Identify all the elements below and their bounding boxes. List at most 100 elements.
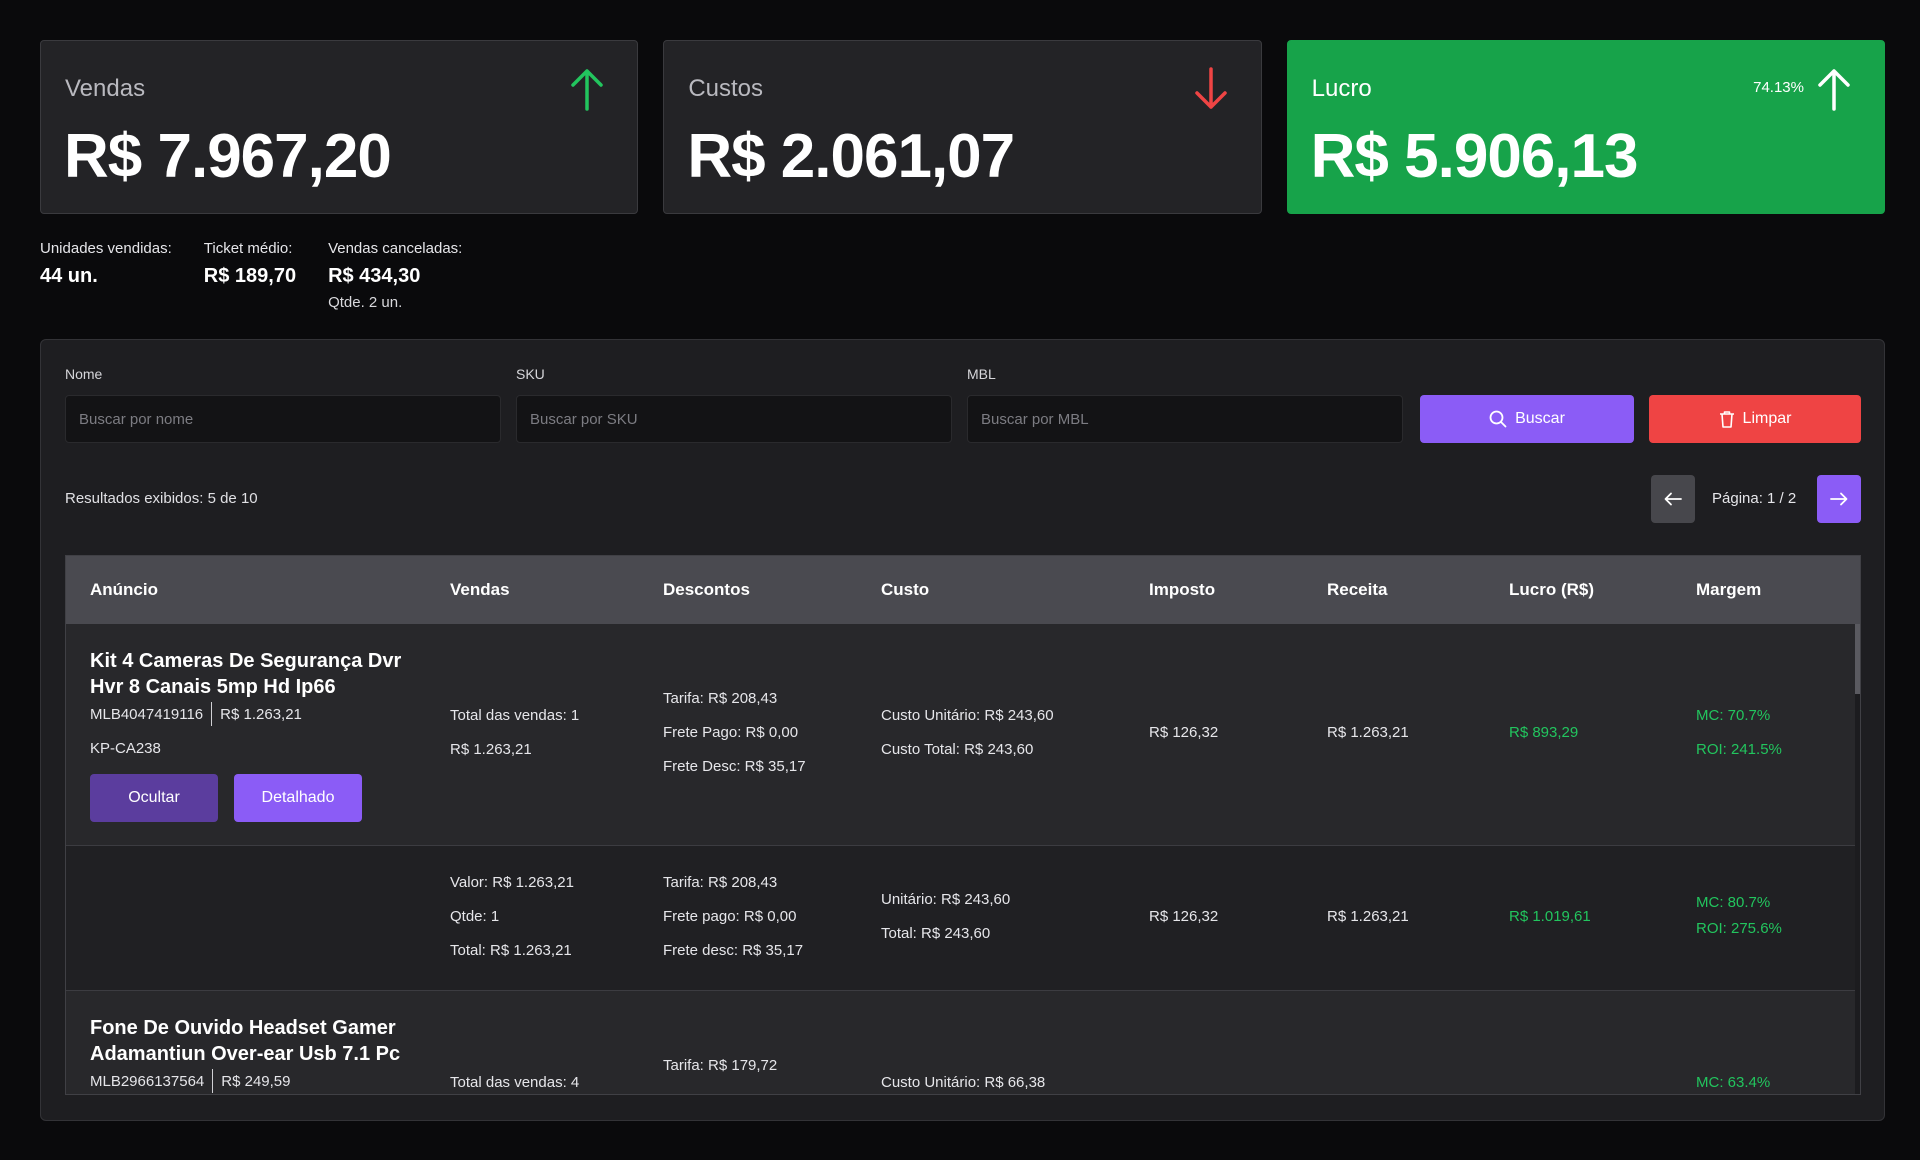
vendas-total: Total das vendas: 4: [450, 1074, 580, 1091]
table-header: Anúncio Vendas Descontos Custo Imposto R…: [66, 556, 1860, 624]
separator: [212, 1069, 214, 1093]
margem-roi: ROI: 241.5%: [1696, 741, 1782, 758]
table-row-detail: Valor: R$ 1.263,21 Qtde: 1 Total: R$ 1.2…: [66, 846, 1857, 991]
frete-pago: Frete Pago: R$ 0,00: [663, 724, 799, 741]
product-title: Fone De Ouvido Headset Gamer Adamantiun …: [90, 1017, 401, 1065]
mbl-search-input[interactable]: [967, 395, 1403, 443]
tarifa: Tarifa: R$ 208,43: [663, 690, 778, 707]
custo-total: Total: R$ 243,60: [881, 925, 991, 942]
table-row: Fone De Ouvido Headset Gamer Adamantiun …: [66, 991, 1857, 1094]
buscar-button[interactable]: Buscar: [1420, 395, 1634, 443]
sku-label: SKU: [516, 366, 545, 382]
separator: [211, 702, 213, 726]
tarifa: Tarifa: R$ 208,43: [663, 874, 778, 891]
table-scroll-thumb[interactable]: [1855, 624, 1860, 694]
col-vendas: Vendas: [450, 580, 510, 599]
frete-desc: Frete Desc: R$ 35,17: [663, 758, 806, 775]
frete-desc: Frete desc: R$ 35,17: [663, 942, 804, 959]
trash-icon: [1719, 411, 1734, 428]
product-id-price: MLB4047419116 R$ 1.263,21: [90, 702, 302, 726]
custos-card: Custos R$ 2.061,07: [663, 40, 1262, 214]
custo-total: Custo Total: R$ 243,60: [881, 741, 1034, 758]
mlb-code: MLB2966137564: [90, 1072, 205, 1090]
nome-label: Nome: [65, 366, 103, 382]
col-imposto: Imposto: [1149, 580, 1216, 599]
canceladas-stat: Vendas canceladas: R$ 434,30 Qtde. 2 un.: [328, 240, 462, 311]
unidades-label: Unidades vendidas:: [40, 240, 172, 257]
vendas-value: R$ 7.967,20: [64, 122, 392, 191]
imposto-value: R$ 126,32: [1149, 724, 1219, 741]
vendas-valor: R$ 1.263,21: [450, 741, 532, 758]
canceladas-qty: Qtde. 2 un.: [328, 294, 403, 311]
arrow-right-icon: [1830, 492, 1848, 506]
arrow-up-icon: [1818, 69, 1850, 111]
product-title: Kit 4 Cameras De Segurança Dvr Hvr 8 Can…: [90, 650, 402, 698]
results-count: Resultados exibidos: 5 de 10: [65, 490, 258, 507]
summary-stats: Unidades vendidas: 44 un. Ticket médio: …: [40, 240, 462, 311]
next-page-button[interactable]: [1817, 475, 1861, 523]
lucro-value: R$ 1.019,61: [1509, 908, 1591, 925]
margem-mc: MC: 70.7%: [1696, 707, 1771, 724]
margem-roi: ROI: 275.6%: [1696, 920, 1782, 937]
arrow-down-icon: [1194, 67, 1227, 109]
receita-value: R$ 1.263,21: [1327, 908, 1409, 925]
col-descontos: Descontos: [663, 580, 750, 599]
prev-page-button[interactable]: [1651, 475, 1695, 523]
product-price: R$ 249,59: [221, 1072, 291, 1090]
buscar-label: Buscar: [1515, 410, 1565, 427]
sales-table: Anúncio Vendas Descontos Custo Imposto R…: [65, 555, 1861, 1095]
arrow-left-icon: [1664, 492, 1682, 506]
custos-label: Custos: [688, 75, 764, 102]
product-sku: KP-CA238: [90, 740, 161, 757]
product-price: R$ 1.263,21: [220, 705, 302, 723]
mbl-label: MBL: [967, 366, 996, 382]
tarifa: Tarifa: R$ 179,72: [663, 1057, 778, 1074]
custo-unitario: Custo Unitário: R$ 66,38: [881, 1074, 1046, 1091]
ticket-value: R$ 189,70: [203, 265, 297, 287]
canceladas-label: Vendas canceladas:: [328, 240, 463, 257]
ticket-stat: Ticket médio: R$ 189,70: [204, 240, 296, 311]
lucro-value: R$ 5.906,13: [1310, 122, 1639, 191]
lucro-label: Lucro: [1311, 75, 1372, 102]
unidades-value: 44 un.: [40, 265, 98, 287]
custo-unitario: Custo Unitário: R$ 243,60: [881, 707, 1054, 724]
arrow-up-icon: [571, 69, 604, 111]
lucro-percent: 74.13%: [1753, 79, 1804, 96]
col-receita: Receita: [1327, 580, 1388, 599]
product-id-price: MLB2966137564 R$ 249,59: [90, 1069, 291, 1093]
ocultar-button[interactable]: Ocultar: [90, 774, 218, 822]
table-scrollbar[interactable]: [1855, 624, 1860, 1094]
col-lucro: Lucro (R$): [1509, 580, 1594, 599]
margem-mc: MC: 80.7%: [1696, 894, 1771, 911]
mlb-code: MLB4047419116: [90, 705, 204, 723]
col-margem: Margem: [1696, 580, 1762, 599]
sales-panel: Nome SKU MBL Buscar Limpar Resultados ex…: [40, 339, 1885, 1121]
col-anuncio: Anúncio: [90, 580, 158, 599]
detail-valor: Valor: R$ 1.263,21: [450, 874, 574, 891]
unidades-stat: Unidades vendidas: 44 un.: [40, 240, 172, 311]
limpar-button[interactable]: Limpar: [1649, 395, 1861, 443]
custo-unitario: Unitário: R$ 243,60: [881, 891, 1011, 908]
page-indicator: Página: 1 / 2: [1712, 490, 1797, 507]
search-icon: [1489, 410, 1507, 428]
lucro-value: R$ 893,29: [1509, 724, 1579, 741]
vendas-total: Total das vendas: 1: [450, 707, 580, 724]
receita-value: R$ 1.263,21: [1327, 724, 1409, 741]
kpi-cards: Vendas R$ 7.967,20 Custos R$ 2.061,07 Lu…: [40, 40, 1885, 214]
imposto-value: R$ 126,32: [1149, 908, 1219, 925]
detalhado-button[interactable]: Detalhado: [234, 774, 362, 822]
lucro-card: Lucro R$ 5.906,13 74.13%: [1286, 40, 1885, 214]
detail-total: Total: R$ 1.263,21: [450, 942, 572, 959]
vendas-card: Vendas R$ 7.967,20: [40, 40, 639, 214]
limpar-label: Limpar: [1742, 410, 1792, 427]
sku-search-input[interactable]: [516, 395, 952, 443]
nome-search-input[interactable]: [65, 395, 501, 443]
margem-mc: MC: 63.4%: [1696, 1074, 1771, 1091]
detail-qtde: Qtde: 1: [450, 908, 500, 925]
frete-pago: Frete pago: R$ 0,00: [663, 908, 797, 925]
vendas-label: Vendas: [65, 75, 146, 102]
custos-value: R$ 2.061,07: [687, 122, 1015, 191]
canceladas-value: R$ 434,30: [328, 265, 421, 287]
col-custo: Custo: [881, 580, 930, 599]
table-row: Kit 4 Cameras De Segurança Dvr Hvr 8 Can…: [66, 624, 1857, 846]
